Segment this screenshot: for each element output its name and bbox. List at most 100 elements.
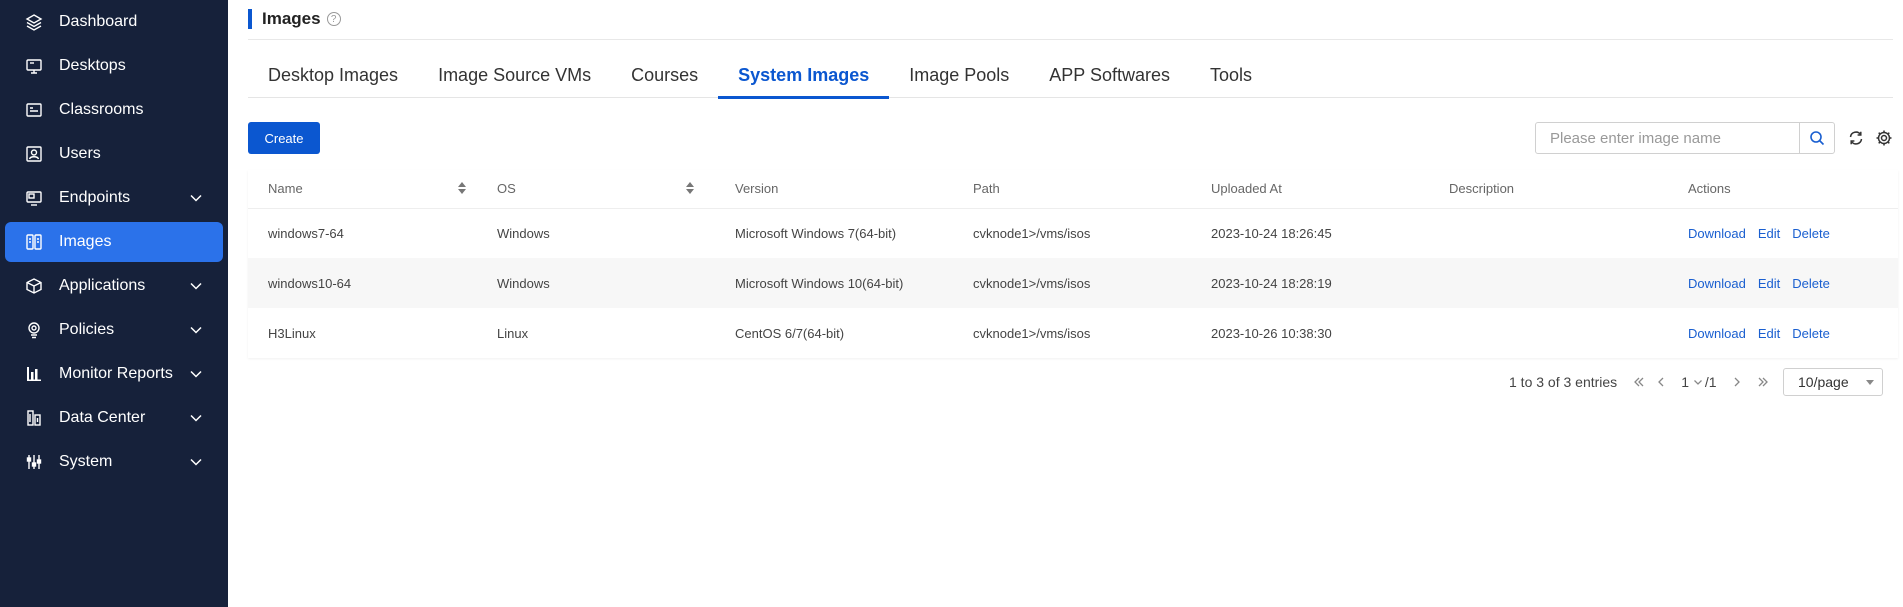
system-images-table: Name OS Version Path Uploaded At Descrip… [248,170,1898,358]
refresh-button[interactable] [1845,127,1867,149]
cell-version: Microsoft Windows 7(64-bit) [735,225,897,241]
prev-page-button[interactable] [1653,374,1669,390]
tab-courses[interactable]: Courses [611,52,718,98]
column-header-version: Version [715,170,953,209]
delete-link[interactable]: Delete [1792,326,1830,341]
table-row: H3Linux Linux CentOS 6/7(64-bit) cvknode… [248,308,1898,358]
policy-icon [25,321,43,339]
column-header-os[interactable]: OS [477,170,715,209]
images-icon [25,233,43,251]
chevron-right-icon [1734,377,1740,387]
sidebar-item-label: Users [59,145,101,162]
tab-desktop-images[interactable]: Desktop Images [248,52,418,98]
edit-link[interactable]: Edit [1758,326,1780,341]
sidebar-item-classrooms[interactable]: Classrooms [5,90,223,130]
title-accent-bar [248,9,252,29]
sidebar-item-images[interactable]: Images [5,222,223,262]
edit-link[interactable]: Edit [1758,276,1780,291]
delete-link[interactable]: Delete [1792,226,1830,241]
double-chevron-left-icon [1634,377,1644,387]
download-link[interactable]: Download [1688,276,1746,291]
sidebar-item-policies[interactable]: Policies [5,310,223,350]
first-page-button[interactable] [1631,374,1647,390]
sidebar-item-desktops[interactable]: Desktops [5,46,223,86]
help-icon[interactable]: ? [326,12,341,26]
box-icon [25,277,43,295]
chevron-down-icon [190,282,202,290]
sidebar-item-dashboard[interactable]: Dashboard [5,2,223,42]
cell-path: cvknode1>/vms/isos [973,225,1091,241]
main-content: Images ? Desktop Images Image Source VMs… [228,0,1903,607]
page-title: Images [262,9,321,28]
settings-button[interactable] [1873,127,1895,149]
cell-description [1429,258,1668,308]
cell-description [1429,308,1668,358]
sidebar-item-label: Data Center [59,409,146,426]
tab-image-source-vms[interactable]: Image Source VMs [418,52,611,98]
cell-name: windows7-64 [268,225,344,241]
page-size-select[interactable]: 10/page [1783,368,1883,396]
sidebar-item-users[interactable]: Users [5,134,223,174]
current-page-select[interactable]: 1 [1681,374,1703,390]
sidebar-item-label: Policies [59,321,115,338]
download-link[interactable]: Download [1688,326,1746,341]
delete-link[interactable]: Delete [1792,276,1830,291]
column-header-name[interactable]: Name [248,170,477,209]
chevron-down-icon [1693,380,1702,385]
search-button[interactable] [1799,122,1835,154]
last-page-button[interactable] [1755,374,1771,390]
sliders-icon [25,453,43,471]
gear-icon [1876,130,1892,146]
column-header-actions: Actions [1668,170,1898,209]
sort-icon[interactable] [457,181,467,195]
create-button[interactable]: Create [248,122,320,154]
cell-os: Windows [497,225,550,241]
tab-bar: Desktop Images Image Source VMs Courses … [248,52,1893,99]
tab-app-softwares[interactable]: APP Softwares [1029,52,1190,98]
sidebar-item-monitor-reports[interactable]: Monitor Reports [5,354,223,394]
sidebar-item-data-center[interactable]: Data Center [5,398,223,438]
cell-path: cvknode1>/vms/isos [953,258,1191,308]
chevron-down-icon [190,326,202,334]
sidebar-item-applications[interactable]: Applications [5,266,223,306]
cell-uploaded-at: 2023-10-26 10:38:30 [1211,325,1332,341]
tab-system-images[interactable]: System Images [718,52,890,99]
refresh-icon [1849,131,1863,145]
search-icon [1810,131,1825,146]
next-page-button[interactable] [1729,374,1745,390]
chevron-down-icon [190,414,202,422]
pagination-summary: 1 to 3 of 3 entries [1509,374,1618,390]
sidebar-item-endpoints[interactable]: Endpoints [5,178,223,218]
column-header-path: Path [953,170,1191,209]
sidebar-item-label: Images [59,233,112,250]
column-header-label: OS [497,181,516,197]
download-link[interactable]: Download [1688,226,1746,241]
header-divider [248,39,1893,40]
user-icon [25,145,43,163]
table-header-row: Name OS Version Path Uploaded At Descrip… [248,170,1898,209]
chevron-down-icon [190,194,202,202]
cell-version: CentOS 6/7(64-bit) [735,325,845,341]
sidebar-item-label: Dashboard [59,13,138,30]
page-header: Images ? [248,8,341,30]
tab-image-pools[interactable]: Image Pools [889,52,1029,98]
desktop-icon [25,57,43,75]
edit-link[interactable]: Edit [1758,226,1780,241]
sidebar-item-label: Applications [59,277,146,294]
cell-actions: Download Edit Delete [1668,258,1898,308]
cell-actions: Download Edit Delete [1668,208,1898,258]
sidebar: Dashboard Desktops Classrooms Users Endp… [0,0,228,607]
tab-tools[interactable]: Tools [1190,52,1272,98]
sidebar-item-label: Endpoints [59,189,131,206]
page-size-value: 10/page [1798,374,1849,390]
cell-os: Windows [477,258,715,308]
current-page: 1 [1681,374,1689,390]
sort-icon[interactable] [685,181,695,195]
sidebar-item-system[interactable]: System [5,442,223,482]
sidebar-item-label: System [59,453,113,470]
pagination: 1 to 3 of 3 entries 1 /1 [1509,368,1771,396]
column-header-label: Name [268,181,303,197]
search-input[interactable] [1535,122,1800,154]
cell-os: Linux [497,325,529,341]
caret-down-icon [1866,380,1874,385]
